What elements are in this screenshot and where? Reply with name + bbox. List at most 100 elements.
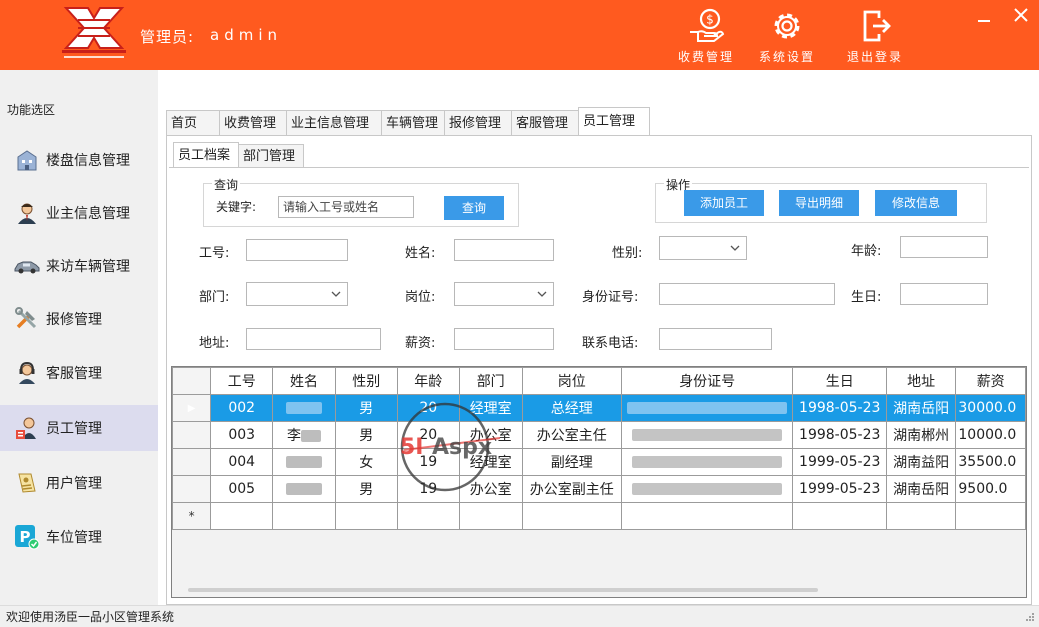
col-birthday[interactable]: 生日	[792, 367, 887, 395]
cell-empty[interactable]	[334, 502, 398, 530]
cell-emp-no[interactable]: 002	[210, 394, 274, 422]
position-select[interactable]	[454, 282, 554, 306]
gender-select[interactable]	[659, 236, 747, 260]
col-salary[interactable]: 薪资	[955, 367, 1026, 395]
minimize-icon[interactable]	[974, 8, 994, 26]
new-row-marker[interactable]: *	[172, 502, 212, 530]
sidebar-item-repair[interactable]: 报修管理	[0, 296, 158, 342]
tab-vehicle[interactable]: 车辆管理	[381, 110, 445, 135]
cell-name[interactable]	[272, 394, 336, 422]
col-age[interactable]: 年龄	[396, 367, 460, 395]
cell-name[interactable]: 李	[272, 421, 336, 449]
col-name[interactable]: 姓名	[272, 367, 336, 395]
cell-empty[interactable]	[521, 502, 622, 530]
add-employee-button[interactable]: 添加员工	[684, 190, 764, 216]
tab-home[interactable]: 首页	[166, 110, 220, 135]
cell-id-card[interactable]	[620, 394, 794, 422]
table-row[interactable]: 003 李 男 20 办公室 办公室主任 1998-05-23 湖南郴州 100…	[172, 421, 1026, 449]
dept-select[interactable]	[246, 282, 348, 306]
cell-emp-no[interactable]: 003	[210, 421, 274, 449]
row-header[interactable]	[172, 421, 212, 449]
cell-empty[interactable]	[885, 502, 957, 530]
logout-button[interactable]: 退出登录	[838, 8, 912, 66]
cell-empty[interactable]	[955, 502, 1026, 530]
cell-address[interactable]: 湖南岳阳	[885, 394, 957, 422]
cell-gender[interactable]: 男	[334, 421, 398, 449]
cell-name[interactable]	[272, 475, 336, 503]
cell-salary[interactable]: 30000.0	[955, 394, 1026, 422]
row-header[interactable]	[172, 448, 212, 476]
col-address[interactable]: 地址	[885, 367, 957, 395]
cell-address[interactable]: 湖南益阳	[885, 448, 957, 476]
tab-service[interactable]: 客服管理	[511, 110, 579, 135]
cell-gender[interactable]: 男	[334, 394, 398, 422]
tab-fee[interactable]: 收费管理	[219, 110, 287, 135]
staff-data-grid[interactable]: 工号 姓名 性别 年龄 部门 岗位 身份证号 生日 地址 薪资 ▶ 002 男 …	[171, 366, 1027, 598]
cell-id-card[interactable]	[620, 448, 794, 476]
sidebar-item-staff[interactable]: 员工管理	[0, 405, 158, 451]
col-gender[interactable]: 性别	[334, 367, 398, 395]
cell-id-card[interactable]	[620, 475, 794, 503]
col-id-card[interactable]: 身份证号	[620, 367, 794, 395]
id-card-input[interactable]	[659, 283, 835, 305]
table-new-row[interactable]: *	[172, 502, 1026, 530]
table-row[interactable]: 004 女 19 经理室 副经理 1999-05-23 湖南益阳 35500.0	[172, 448, 1026, 476]
export-detail-button[interactable]: 导出明细	[779, 190, 859, 216]
tab-department[interactable]: 部门管理	[238, 144, 304, 167]
sidebar-item-service[interactable]: 客服管理	[0, 350, 158, 396]
cell-emp-no[interactable]: 005	[210, 475, 274, 503]
edit-info-button[interactable]: 修改信息	[875, 190, 957, 216]
age-input[interactable]	[900, 236, 988, 258]
cell-empty[interactable]	[458, 502, 523, 530]
close-icon[interactable]	[1010, 4, 1032, 26]
sidebar-item-user[interactable]: 用户管理	[0, 460, 158, 506]
cell-id-card[interactable]	[620, 421, 794, 449]
emp-no-input[interactable]	[246, 239, 348, 261]
row-header[interactable]	[172, 475, 212, 503]
cell-name[interactable]	[272, 448, 336, 476]
system-settings-button[interactable]: 系统设置	[750, 8, 824, 66]
tab-staff[interactable]: 员工管理	[578, 107, 650, 135]
cell-gender[interactable]: 女	[334, 448, 398, 476]
cell-gender[interactable]: 男	[334, 475, 398, 503]
cell-empty[interactable]	[210, 502, 274, 530]
tab-repair[interactable]: 报修管理	[444, 110, 512, 135]
row-pointer-icon[interactable]: ▶	[172, 394, 212, 422]
cell-emp-no[interactable]: 004	[210, 448, 274, 476]
name-input[interactable]	[454, 239, 554, 261]
col-dept[interactable]: 部门	[458, 367, 523, 395]
tab-staff-archive[interactable]: 员工档案	[173, 142, 239, 167]
cell-position[interactable]: 办公室副主任	[521, 475, 622, 503]
birthday-input[interactable]	[900, 283, 988, 305]
cell-address[interactable]: 湖南岳阳	[885, 475, 957, 503]
col-emp-no[interactable]: 工号	[210, 367, 274, 395]
cell-birthday[interactable]: 1998-05-23	[792, 394, 887, 422]
sidebar-item-owner[interactable]: 业主信息管理	[0, 190, 158, 236]
cell-empty[interactable]	[272, 502, 336, 530]
cell-position[interactable]: 总经理	[521, 394, 622, 422]
tab-owner[interactable]: 业主信息管理	[286, 110, 382, 135]
cell-address[interactable]: 湖南郴州	[885, 421, 957, 449]
cell-position[interactable]: 办公室主任	[521, 421, 622, 449]
fee-management-button[interactable]: $ 收费管理	[669, 8, 743, 66]
table-row[interactable]: ▶ 002 男 20 经理室 总经理 1998-05-23 湖南岳阳 30000…	[172, 394, 1026, 422]
phone-input[interactable]	[659, 328, 772, 350]
cell-empty[interactable]	[396, 502, 460, 530]
cell-birthday[interactable]: 1999-05-23	[792, 448, 887, 476]
keyword-input[interactable]	[278, 196, 414, 218]
horizontal-scrollbar[interactable]	[188, 588, 818, 592]
search-button[interactable]: 查询	[444, 196, 504, 220]
cell-empty[interactable]	[792, 502, 887, 530]
address-input[interactable]	[246, 328, 381, 350]
table-row[interactable]: 005 男 19 办公室 办公室副主任 1999-05-23 湖南岳阳 9500…	[172, 475, 1026, 503]
sidebar-item-building[interactable]: 楼盘信息管理	[0, 137, 158, 183]
sidebar-item-parking[interactable]: P 车位管理	[0, 514, 158, 560]
cell-salary[interactable]: 9500.0	[955, 475, 1026, 503]
salary-input[interactable]	[454, 328, 554, 350]
resize-grip-icon[interactable]	[1025, 612, 1035, 622]
cell-empty[interactable]	[620, 502, 794, 530]
cell-salary[interactable]: 10000.0	[955, 421, 1026, 449]
cell-position[interactable]: 副经理	[521, 448, 622, 476]
cell-birthday[interactable]: 1999-05-23	[792, 475, 887, 503]
sidebar-item-vehicle[interactable]: 来访车辆管理	[0, 243, 158, 289]
